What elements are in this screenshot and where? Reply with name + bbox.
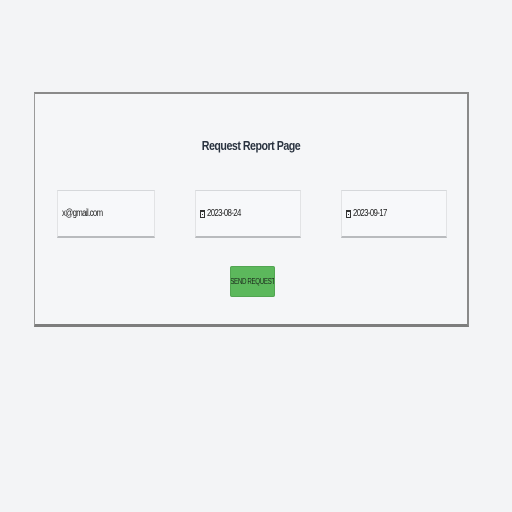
- email-field[interactable]: x@gmail.com: [57, 190, 155, 238]
- email-field-value: x@gmail.com: [62, 208, 103, 219]
- report-request-card: Request Report Page x@gmail.com 2023-08-…: [34, 92, 469, 327]
- calendar-icon[interactable]: [200, 209, 205, 218]
- page-title: Request Report Page: [201, 138, 301, 153]
- start-date-field[interactable]: 2023-08-24: [195, 190, 301, 238]
- send-request-button[interactable]: SEND REQUEST: [230, 266, 275, 297]
- end-date-value: 2023-09-17: [353, 208, 387, 219]
- start-date-value: 2023-08-24: [207, 208, 241, 219]
- send-request-label: SEND REQUEST: [230, 277, 275, 286]
- calendar-icon[interactable]: [346, 209, 351, 218]
- end-date-field[interactable]: 2023-09-17: [341, 190, 447, 238]
